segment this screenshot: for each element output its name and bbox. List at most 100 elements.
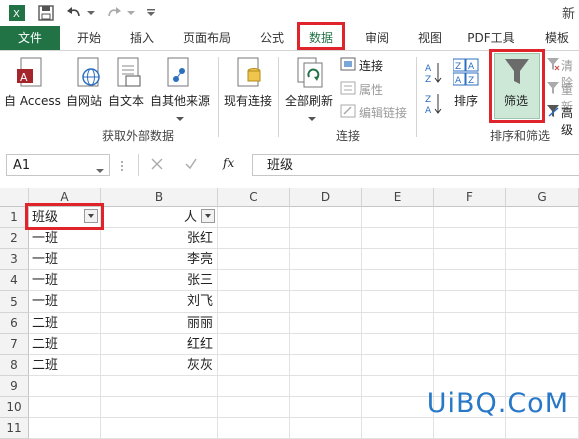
cell[interactable] <box>434 228 506 249</box>
properties-button[interactable]: 属性 <box>359 81 383 98</box>
column-header-g[interactable]: G <box>506 188 579 207</box>
advanced-button[interactable]: 高级 <box>561 104 579 138</box>
cell[interactable]: 二班 <box>29 355 101 376</box>
cell[interactable] <box>29 376 101 397</box>
cell[interactable]: 李亮 <box>101 249 218 270</box>
cell[interactable] <box>506 355 579 376</box>
cell[interactable]: 丽丽 <box>101 313 218 334</box>
row-header[interactable]: 10 <box>0 397 29 418</box>
formula-input[interactable]: 班级 <box>252 154 579 176</box>
refresh-all-icon[interactable] <box>296 57 324 92</box>
cell[interactable] <box>218 207 290 228</box>
enter-icon[interactable] <box>185 158 197 173</box>
from-other-sources-button[interactable]: 自其他来源 <box>150 92 210 109</box>
cell[interactable] <box>506 270 579 291</box>
refresh-dropdown-icon[interactable] <box>308 111 316 125</box>
cell[interactable] <box>506 249 579 270</box>
cell[interactable] <box>434 249 506 270</box>
cell[interactable] <box>218 270 290 291</box>
redo-dropdown-icon[interactable] <box>126 4 136 22</box>
cell[interactable] <box>290 249 362 270</box>
sort-ascending-icon[interactable]: AZ <box>425 61 443 88</box>
cell[interactable] <box>218 249 290 270</box>
cell[interactable] <box>290 270 362 291</box>
column-header-b[interactable]: B <box>101 188 218 207</box>
cell[interactable] <box>218 376 290 397</box>
from-web-button[interactable]: 自网站 <box>66 92 102 109</box>
other-sources-dropdown-icon[interactable] <box>176 111 184 125</box>
cell[interactable] <box>362 249 434 270</box>
cancel-icon[interactable] <box>151 158 163 173</box>
cell[interactable] <box>290 313 362 334</box>
undo-dropdown-icon[interactable] <box>86 4 96 22</box>
cell[interactable] <box>290 228 362 249</box>
row-header[interactable]: 4 <box>0 270 29 291</box>
advanced-filter-icon[interactable] <box>546 104 560 121</box>
column-header-e[interactable]: E <box>362 188 434 207</box>
cell[interactable] <box>362 397 434 418</box>
tab-home[interactable]: 开始 <box>67 26 111 50</box>
row-header[interactable]: 6 <box>0 313 29 334</box>
formula-bar-grip-icon[interactable] <box>120 160 124 175</box>
connections-icon[interactable] <box>340 57 356 74</box>
tab-page-layout[interactable]: 页面布局 <box>175 26 239 50</box>
cell[interactable] <box>218 313 290 334</box>
from-text-button[interactable]: 自文本 <box>108 92 144 109</box>
cell[interactable]: 一班 <box>29 270 101 291</box>
cell[interactable]: 灰灰 <box>101 355 218 376</box>
cell[interactable] <box>101 376 218 397</box>
cell[interactable] <box>362 228 434 249</box>
insert-function-button[interactable]: fx <box>223 156 234 170</box>
cell[interactable] <box>506 334 579 355</box>
cell[interactable]: 红红 <box>101 334 218 355</box>
edit-links-button[interactable]: 编辑链接 <box>359 104 407 121</box>
cell[interactable] <box>362 334 434 355</box>
cell[interactable] <box>218 397 290 418</box>
tab-file[interactable]: 文件 <box>0 26 60 50</box>
cell[interactable]: 二班 <box>29 313 101 334</box>
text-file-icon[interactable] <box>116 57 142 92</box>
cell[interactable] <box>434 207 506 228</box>
cell[interactable] <box>434 270 506 291</box>
cell[interactable]: 一班 <box>29 228 101 249</box>
web-icon[interactable] <box>76 57 102 92</box>
cell[interactable] <box>218 355 290 376</box>
cell[interactable] <box>434 355 506 376</box>
cell[interactable]: 一班 <box>29 249 101 270</box>
row-header[interactable]: 8 <box>0 355 29 376</box>
cell[interactable]: 刘飞 <box>101 291 218 313</box>
cell[interactable]: 二班 <box>29 334 101 355</box>
row-header[interactable]: 5 <box>0 291 29 313</box>
save-icon[interactable] <box>36 4 56 22</box>
cell[interactable] <box>29 397 101 418</box>
row-header[interactable]: 9 <box>0 376 29 397</box>
row-header[interactable]: 2 <box>0 228 29 249</box>
existing-connections-button[interactable]: 现有连接 <box>224 92 272 109</box>
cell[interactable] <box>290 376 362 397</box>
column-header-f[interactable]: F <box>434 188 506 207</box>
access-database-icon[interactable]: A <box>17 57 43 92</box>
cell[interactable] <box>434 334 506 355</box>
tab-insert[interactable]: 插入 <box>120 26 164 50</box>
name-box-dropdown-icon[interactable] <box>96 163 104 177</box>
tab-pdf-tools[interactable]: PDF工具 <box>460 26 522 50</box>
cell[interactable] <box>506 207 579 228</box>
row-header[interactable]: 7 <box>0 334 29 355</box>
row-header[interactable]: 3 <box>0 249 29 270</box>
tab-templates[interactable]: 模板 <box>532 26 579 50</box>
tab-formulas[interactable]: 公式 <box>250 26 294 50</box>
cell[interactable] <box>101 397 218 418</box>
refresh-all-button[interactable]: 全部刷新 <box>285 92 333 109</box>
undo-icon[interactable] <box>64 4 84 22</box>
cell[interactable] <box>362 313 434 334</box>
cell[interactable] <box>362 270 434 291</box>
cell[interactable] <box>362 355 434 376</box>
sort-descending-icon[interactable]: ZA <box>425 92 443 119</box>
customize-quick-access-icon[interactable] <box>146 4 156 22</box>
cell[interactable] <box>290 334 362 355</box>
redo-icon[interactable] <box>104 4 124 22</box>
filter-dropdown-b[interactable] <box>201 209 215 223</box>
cell[interactable]: 一班 <box>29 291 101 313</box>
cell[interactable] <box>362 207 434 228</box>
existing-connections-icon[interactable] <box>236 57 262 92</box>
